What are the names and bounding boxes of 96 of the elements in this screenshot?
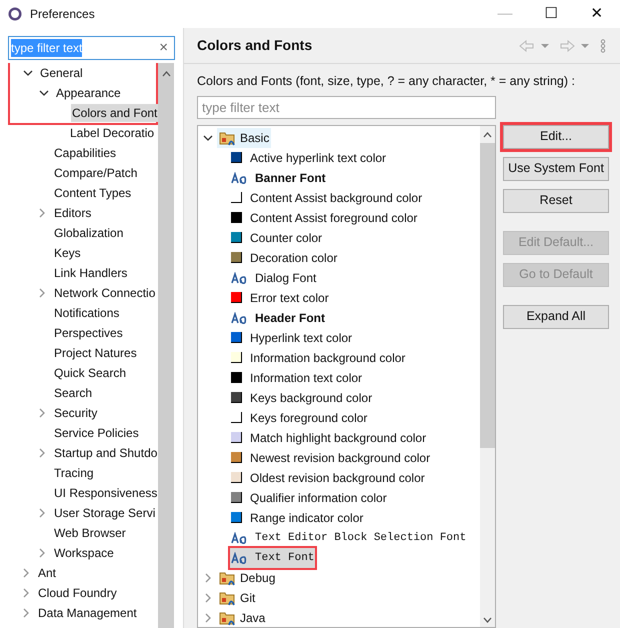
tree-item[interactable]: Cloud Foundry [37,584,118,602]
chevron-right-icon[interactable] [21,568,31,578]
action-button[interactable]: Edit... [503,124,609,149]
tree-item[interactable]: Banner Font [230,168,327,188]
tree-item[interactable]: Content Assist background color [230,188,424,208]
font-icon [231,272,247,284]
tree-item[interactable]: Debug [217,568,278,588]
folder-icon [219,610,236,626]
tree-item[interactable]: Active hyperlink text color [230,148,388,168]
tree-item[interactable]: Search [53,384,94,402]
tree-item[interactable]: Security [53,404,98,422]
tree-item[interactable]: Hyperlink text color [230,328,354,348]
filter-field[interactable]: type filter text × [8,36,175,60]
tree-item[interactable]: Colors and Font [71,104,158,122]
tree-item[interactable]: Startup and Shutdo [53,444,158,462]
tree-item[interactable]: Perspectives [53,324,124,342]
font-icon [231,532,247,544]
chevron-right-icon[interactable] [37,408,47,418]
description-text: Colors and Fonts (font, size, type, ? = any character, * = any string) : [197,73,576,90]
chevron-right-icon[interactable] [37,288,47,298]
tree-item[interactable]: Compare/Patch [53,164,138,182]
chevron-right-icon[interactable] [203,572,213,583]
tree-item[interactable]: Basic [217,128,272,148]
tree-item[interactable]: Keys background color [230,388,374,408]
tree-item[interactable]: Content Types [53,184,132,202]
chevron-down-icon[interactable] [203,132,213,143]
tree-item[interactable]: Data Management [37,604,138,622]
tree-item[interactable]: Service Policies [53,424,140,442]
tree-item[interactable]: Header Font [230,308,326,328]
tree-item[interactable]: Notifications [53,304,120,322]
tree-item[interactable]: Decoration color [230,248,338,268]
chevron-right-icon[interactable] [203,612,213,623]
tree-item[interactable]: Text Font [230,548,316,568]
scrollbar-thumb[interactable] [480,142,495,448]
tree-item[interactable]: Qualifier information color [230,488,388,508]
scroll-up-icon[interactable] [162,71,170,77]
tree-item[interactable]: Keys [53,244,82,262]
tree-item[interactable]: Project Natures [53,344,138,362]
tree-item[interactable]: Counter color [230,228,324,248]
scroll-up-icon[interactable] [483,132,492,138]
scrollbar[interactable] [158,63,174,628]
tree-item[interactable]: Tracing [53,464,95,482]
tree-item[interactable]: Appearance [55,84,122,102]
maximize-button[interactable]: ☐ [528,0,574,28]
folder-icon [219,570,236,586]
tree-item[interactable]: General [39,64,84,82]
clear-button[interactable]: × [155,36,172,60]
tree-item[interactable]: Keys foreground color [230,408,368,428]
tree-item[interactable]: Newest revision background color [230,448,432,468]
tree-item[interactable]: Capabilities [53,144,118,162]
chevron-right-icon[interactable] [37,508,47,518]
tree-item[interactable]: Information text color [230,368,364,388]
tree-item[interactable]: Match highlight background color [230,428,428,448]
tree-item[interactable]: UI Responsiveness [53,484,158,502]
chevron-right-icon[interactable] [21,588,31,598]
chevron-right-icon[interactable] [37,448,47,458]
chevron-right-icon[interactable] [37,208,47,218]
tree-item[interactable]: User Storage Servi [53,504,156,522]
chevron-right-icon[interactable] [37,548,47,558]
tree-item[interactable]: Globalization [53,224,124,242]
tree-item[interactable]: Information background color [230,348,406,368]
tree-item[interactable]: Network Connectio [53,284,156,302]
chevron-right-icon[interactable] [21,608,31,618]
tree-item[interactable]: Quick Search [53,364,128,382]
tree-item[interactable]: Git [217,588,258,608]
chevron-down-icon[interactable] [39,88,49,98]
tree-item[interactable]: Text Editor Block Selection Font [230,528,468,548]
tree-item[interactable]: Error text color [230,288,330,308]
tree-item[interactable]: Dialog Font [230,268,318,288]
scrollbar[interactable] [480,126,495,627]
tree-item[interactable]: Editors [53,204,92,222]
close-button[interactable]: ✕ [574,0,620,28]
folder-icon [219,130,236,146]
action-button[interactable]: Expand All [503,304,609,329]
tree-item[interactable]: Content Assist foreground color [230,208,418,228]
tree-item[interactable]: Java [217,608,268,627]
tree-item[interactable]: Oldest revision background color [230,468,426,488]
tree-item[interactable]: Web Browser [53,524,127,542]
chevron-down-icon[interactable] [23,68,33,78]
tree-item[interactable]: Workspace [53,544,115,562]
font-icon [231,172,247,184]
tree-item[interactable]: Range indicator color [230,508,364,528]
action-button[interactable]: Reset [503,188,609,213]
tree-item[interactable]: Link Handlers [53,264,128,282]
more-icon[interactable] [599,38,607,52]
tree-item[interactable]: Ant [37,564,58,582]
chevron-right-icon[interactable] [203,592,213,603]
tree-item[interactable]: Label Decoratio [69,124,156,142]
font-icon [231,312,247,324]
action-button[interactable]: Use System Font [503,156,609,181]
font-icon [231,552,247,564]
filter-field[interactable]: type filter text [197,96,496,119]
page-title: Colors and Fonts [197,36,312,55]
folder-icon [219,590,236,606]
window-title: Preferences [30,6,95,23]
scroll-down-icon[interactable] [483,617,492,623]
